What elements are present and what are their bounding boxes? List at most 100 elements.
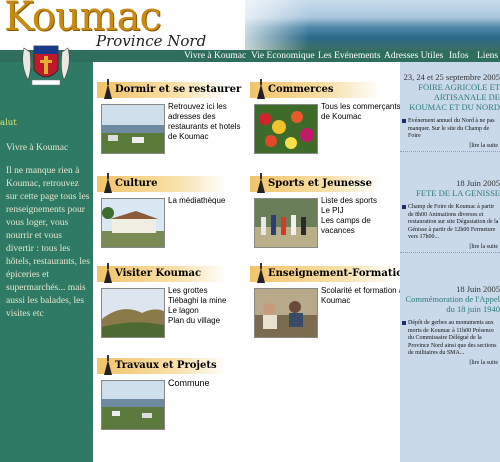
section-line: Les grottes <box>168 286 208 295</box>
left-intro-body: Il ne manque rien à Koumac, retrouvez su… <box>6 166 90 319</box>
section-description: Les grottes Tiébaghi la mine Le lagon Pl… <box>168 286 248 326</box>
section-description: La médiathèque <box>168 196 248 206</box>
section-travaux: Travaux et Projets Commune <box>97 355 248 438</box>
landscape-photo[interactable] <box>101 288 165 338</box>
section-title[interactable]: Commerces <box>268 83 334 97</box>
section-header: Visiter Koumac <box>97 263 227 283</box>
section-sports: Sports et Jeunesse Liste des sports Le P… <box>250 173 401 256</box>
kanak-roof-icon <box>104 263 112 283</box>
news-divider <box>400 251 500 253</box>
kanak-roof-icon <box>104 355 112 375</box>
section-line: adresses des <box>168 112 216 121</box>
bullet-icon <box>402 205 406 209</box>
section-line: Commune <box>168 378 210 388</box>
news-body: Dépôt de gerbes au monuments aux morts d… <box>400 320 500 358</box>
section-title[interactable]: Culture <box>115 177 158 191</box>
news-title[interactable]: FETE DE LA GENISSE <box>400 188 500 198</box>
section-header: Dormir et se restaurer <box>97 79 241 99</box>
nav-les-evenements[interactable]: Les Evénements <box>318 50 381 62</box>
nav-adresses-utiles[interactable]: Adresses Utiles <box>384 50 443 62</box>
section-line: Le PIJ <box>321 206 344 215</box>
mediatheque-photo[interactable] <box>101 198 165 248</box>
section-line: Plan du village <box>168 316 221 325</box>
kanak-roof-icon <box>104 173 112 193</box>
classroom-photo[interactable] <box>254 288 318 338</box>
section-header: Enseignement-Formation <box>250 263 410 283</box>
section-line: Les camps de <box>321 216 371 225</box>
section-description: Tous les commerçants de Koumac <box>321 102 401 122</box>
news-body-text: Dépôt de gerbes au monuments aux morts d… <box>408 320 497 356</box>
left-intro-title: Vivre à Koumac <box>6 143 69 153</box>
section-line: Scolarité et formation à <box>321 286 404 295</box>
nav-infos[interactable]: Infos <box>449 50 469 62</box>
section-visiter: Visiter Koumac Les grottes Tiébaghi la m… <box>97 263 248 346</box>
section-dormir: Dormir et se restaurer Retrouvez ici les… <box>97 79 248 162</box>
market-photo[interactable] <box>254 104 318 154</box>
header-fade <box>220 0 310 50</box>
section-description: Retrouvez ici les adresses des restauran… <box>168 102 248 142</box>
section-culture: Culture La médiathèque <box>97 173 248 256</box>
news-item: 18 Juin 2005 FETE DE LA GENISSE Champ de… <box>400 178 500 253</box>
section-header: Culture <box>97 173 227 193</box>
sports-photo[interactable] <box>254 198 318 248</box>
section-header: Commerces <box>250 79 380 99</box>
section-line: de Koumac <box>168 132 209 141</box>
news-item: 23, 24 et 25 septembre 2005 FOIRE AGRICO… <box>400 72 500 152</box>
nav-vie-economique[interactable]: Vie Economique <box>251 50 315 62</box>
section-title[interactable]: Visiter Koumac <box>115 267 201 281</box>
news-sidebar: 23, 24 et 25 septembre 2005 FOIRE AGRICO… <box>400 62 500 462</box>
section-header: Sports et Jeunesse <box>250 173 380 193</box>
nav-vivre-a-koumac[interactable]: Vivre à Koumac <box>184 50 246 62</box>
news-body-text: Evénement annuel du Nord à ne pas manque… <box>408 118 495 139</box>
main-content: Dormir et se restaurer Retrouvez ici les… <box>93 62 410 462</box>
section-line: vacances <box>321 226 355 235</box>
news-read-more-link[interactable]: [lire la suite <box>400 360 500 366</box>
section-title[interactable]: Enseignement-Formation <box>268 267 410 281</box>
left-intro: Vivre à Koumac Il ne manque rien à Kouma… <box>6 142 92 331</box>
news-body: Champ de Foire de Koumac à partir de 8h0… <box>400 204 500 242</box>
section-line: Tous les commerçants <box>321 102 401 111</box>
kanak-roof-icon <box>104 79 112 99</box>
koumac-crest-icon <box>22 45 70 86</box>
section-line: Koumac <box>321 296 351 305</box>
news-title[interactable]: Commémoration de l'Appel du 18 juin 1940 <box>400 294 500 314</box>
section-line: Tiébaghi la mine <box>168 296 227 305</box>
section-description: Commune <box>168 378 248 388</box>
section-description: Scolarité et formation à Koumac <box>321 286 404 306</box>
section-commerces: Commerces Tous les commerçants de Koumac <box>250 79 401 162</box>
section-line: La médiathèque <box>168 196 226 205</box>
kanak-roof-icon <box>257 79 265 99</box>
section-line: de Koumac <box>321 112 362 121</box>
news-item: 18 Juin 2005 Commémoration de l'Appel du… <box>400 284 500 366</box>
left-greeting: alut <box>0 118 17 128</box>
section-line: Liste des sports <box>321 196 378 205</box>
news-date: 23, 24 et 25 septembre 2005 <box>403 72 500 82</box>
kanak-roof-icon <box>257 263 265 283</box>
section-title[interactable]: Travaux et Projets <box>115 359 217 373</box>
news-body-text: Champ de Foire de Koumac à partir de 8h0… <box>408 204 499 240</box>
section-header: Travaux et Projets <box>97 355 227 375</box>
kanak-roof-icon <box>257 173 265 193</box>
section-line: restaurants et hotels <box>168 122 241 131</box>
hotel-photo[interactable] <box>101 104 165 154</box>
main-nav: Vivre à Koumac Vie Economique Les Evénem… <box>0 50 500 62</box>
news-body: Evénement annuel du Nord à ne pas manque… <box>400 118 500 141</box>
section-description: Liste des sports Le PIJ Les camps de vac… <box>321 196 401 236</box>
news-divider <box>400 150 500 152</box>
section-title[interactable]: Sports et Jeunesse <box>268 177 372 191</box>
section-line: Le lagon <box>168 306 199 315</box>
section-line: Retrouvez ici les <box>168 102 227 111</box>
bullet-icon <box>402 321 406 325</box>
news-date: 18 Juin 2005 <box>456 284 500 294</box>
section-enseignement: Enseignement-Formation Scolarité et form… <box>250 263 410 346</box>
news-read-more-link[interactable]: [lire la suite <box>400 244 500 250</box>
bullet-icon <box>402 119 406 123</box>
village-photo[interactable] <box>101 380 165 430</box>
site-logo-subtitle: Province Nord <box>96 32 207 50</box>
nav-liens[interactable]: Liens <box>477 50 498 62</box>
news-title[interactable]: FOIRE AGRICOLE ET ARTISANALE DE KOUMAC E… <box>400 82 500 112</box>
site-header: Koumac Province Nord <box>0 0 500 50</box>
news-date: 18 Juin 2005 <box>456 178 500 188</box>
section-title[interactable]: Dormir et se restaurer <box>115 83 241 97</box>
news-read-more-link[interactable]: [lire la suite <box>400 143 500 149</box>
